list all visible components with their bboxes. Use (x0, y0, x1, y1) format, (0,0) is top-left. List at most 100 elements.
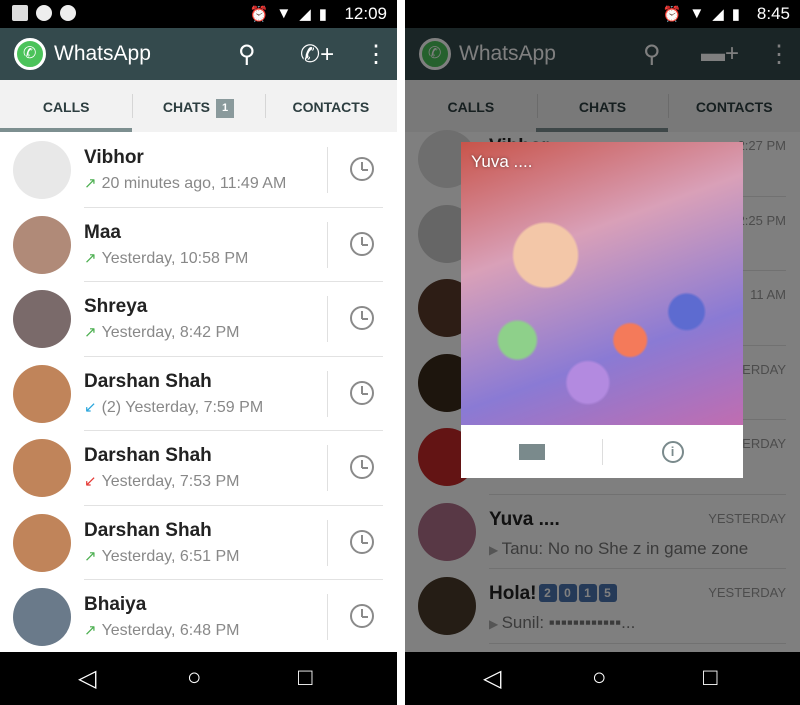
call-time: Yesterday, 8:42 PM (101, 324, 240, 341)
alarm-icon: ⏰ (249, 6, 269, 23)
call-history-button[interactable] (327, 296, 397, 342)
wifi-icon: ▼ (276, 5, 292, 22)
call-detail: ↗ Yesterday, 10:58 PM (84, 249, 248, 268)
contact-name: Shreya (84, 296, 148, 317)
call-detail: ↙ (2) Yesterday, 7:59 PM (84, 398, 263, 417)
call-row[interactable]: Maa ↗ Yesterday, 10:58 PM (0, 208, 397, 283)
outgoing-call-arrow-icon: ↗ (84, 622, 97, 639)
call-row[interactable]: Vibhor ↗ 20 minutes ago, 11:49 AM (0, 133, 397, 208)
home-icon[interactable]: ○ (592, 664, 607, 692)
more-options-icon[interactable]: ⋮ (364, 40, 388, 69)
tab-indicator (0, 128, 132, 132)
recents-icon[interactable]: □ (298, 664, 313, 692)
call-detail: ↗ 20 minutes ago, 11:49 AM (84, 174, 286, 193)
back-icon[interactable]: ◁ (483, 664, 501, 693)
tab-label: CHATS (162, 99, 211, 115)
tab-contacts[interactable]: CONTACTS (264, 80, 397, 132)
signal-icon: ◢ (299, 6, 311, 23)
circle-icon (60, 5, 76, 21)
outgoing-call-arrow-icon: ↗ (84, 249, 97, 267)
avatar[interactable] (13, 588, 71, 647)
contact-name: Darshan Shah (84, 445, 212, 466)
recents-icon[interactable]: □ (703, 664, 718, 692)
tab-calls[interactable]: CALLS (0, 80, 132, 132)
chats-screen: ⏰▼◢▮ 8:45 WhatsApp ⚲ ▬+ ⋮ CALLS CHATS CO… (405, 0, 800, 705)
alarm-icon: ⏰ (662, 6, 682, 23)
tab-label: CALLS (42, 99, 90, 115)
clock-icon (350, 306, 374, 330)
call-time: Yesterday, 6:51 PM (101, 547, 240, 565)
tab-label: CONTACTS (292, 99, 370, 115)
profile-photo-popup: Yuva .... i (461, 142, 743, 478)
call-history-button[interactable] (327, 147, 397, 193)
app-toolbar: WhatsApp ⚲ ✆+ ⋮ (0, 28, 397, 80)
call-row[interactable]: Darshan Shah ↗ Yesterday, 6:51 PM (0, 506, 397, 581)
calls-screen: ⏰ ▼ ◢ ▮ 12:09 WhatsApp ⚲ ✆+ ⋮ CALLS CHATS 1 … (0, 0, 397, 705)
contact-name: Bhaiya (84, 594, 147, 615)
call-time: Yesterday, 7:53 PM (101, 473, 240, 490)
facebook-icon (12, 5, 28, 21)
unread-badge: 1 (216, 99, 235, 118)
clock-icon (350, 455, 374, 479)
new-call-icon[interactable]: ✆+ (300, 40, 334, 69)
clock-icon (350, 604, 374, 628)
status-bar: ⏰ ▼ ◢ ▮ 12:09 (0, 0, 397, 28)
avatar[interactable] (13, 513, 71, 572)
clock-icon (350, 157, 374, 181)
clock-icon (350, 529, 374, 554)
call-detail: ↗ Yesterday, 8:42 PM (84, 323, 239, 342)
profile-photo[interactable]: Yuva .... (461, 142, 743, 425)
message-button[interactable] (461, 425, 602, 478)
call-history-button[interactable] (327, 221, 397, 268)
call-row[interactable]: Darshan Shah ↙ (2) Yesterday, 7:59 PM (0, 357, 397, 432)
call-detail: ↗ Yesterday, 6:48 PM (84, 621, 239, 640)
call-history-button[interactable] (327, 519, 397, 566)
nav-bar: ◁ ○ □ (0, 652, 397, 705)
message-icon (518, 443, 545, 460)
whatsapp-logo-icon (14, 38, 46, 70)
status-bar: ⏰ ▼ ◢ ▮ 8:45 (405, 0, 800, 28)
calls-list: Vibhor ↗ 20 minutes ago, 11:49 AM Maa ↗ Ye… (0, 133, 397, 655)
avatar[interactable] (13, 364, 71, 423)
incoming-call-arrow-icon: ↙ (84, 398, 97, 416)
battery-icon: ▮ (318, 6, 327, 23)
call-time: Yesterday, 10:58 PM (101, 249, 249, 267)
outgoing-call-arrow-icon: ↗ (84, 175, 97, 192)
info-button[interactable]: i (602, 425, 743, 478)
tab-chats[interactable]: CHATS 1 (132, 80, 264, 132)
clock-time: 8:45 (756, 4, 790, 23)
popup-actions: i (461, 425, 743, 478)
clock-icon (350, 380, 374, 405)
back-icon[interactable]: ◁ (78, 664, 96, 693)
contact-name: Darshan Shah (84, 370, 212, 392)
call-row[interactable]: Shreya ↗ Yesterday, 8:42 PM (0, 282, 397, 357)
search-icon[interactable]: ⚲ (238, 40, 256, 69)
call-row[interactable]: Bhaiya ↗ Yesterday, 6:48 PM (0, 580, 397, 655)
whatsapp-icon (36, 5, 52, 21)
call-time: Yesterday, 6:48 PM (101, 622, 240, 639)
avatar[interactable] (13, 439, 71, 498)
missed-call-arrow-icon: ↙ (84, 473, 97, 490)
contact-name: Vibhor (84, 147, 144, 168)
avatar[interactable] (13, 215, 71, 274)
outgoing-call-arrow-icon: ↗ (84, 547, 97, 565)
home-icon[interactable]: ○ (187, 664, 202, 692)
outgoing-call-arrow-icon: ↗ (84, 324, 97, 341)
call-history-button[interactable] (327, 445, 397, 491)
avatar[interactable] (13, 141, 71, 200)
call-detail: ↙ Yesterday, 7:53 PM (84, 472, 239, 491)
call-history-button[interactable] (327, 370, 397, 417)
contact-name: Darshan Shah (84, 519, 212, 541)
call-row[interactable]: Darshan Shah ↙ Yesterday, 7:53 PM (0, 431, 397, 506)
clock-time: 12:09 (344, 4, 387, 23)
call-time: 20 minutes ago, 11:49 AM (101, 175, 287, 192)
app-title: WhatsApp (54, 42, 151, 65)
wifi-icon: ▼ (689, 5, 705, 22)
call-detail: ↗ Yesterday, 6:51 PM (84, 547, 239, 566)
info-icon: i (661, 440, 684, 463)
contact-name: Maa (84, 221, 121, 243)
tab-bar: CALLS CHATS 1 CONTACTS (0, 80, 397, 132)
call-history-button[interactable] (327, 594, 397, 640)
avatar[interactable] (13, 290, 71, 349)
nav-bar: ◁ ○ □ (405, 652, 800, 705)
